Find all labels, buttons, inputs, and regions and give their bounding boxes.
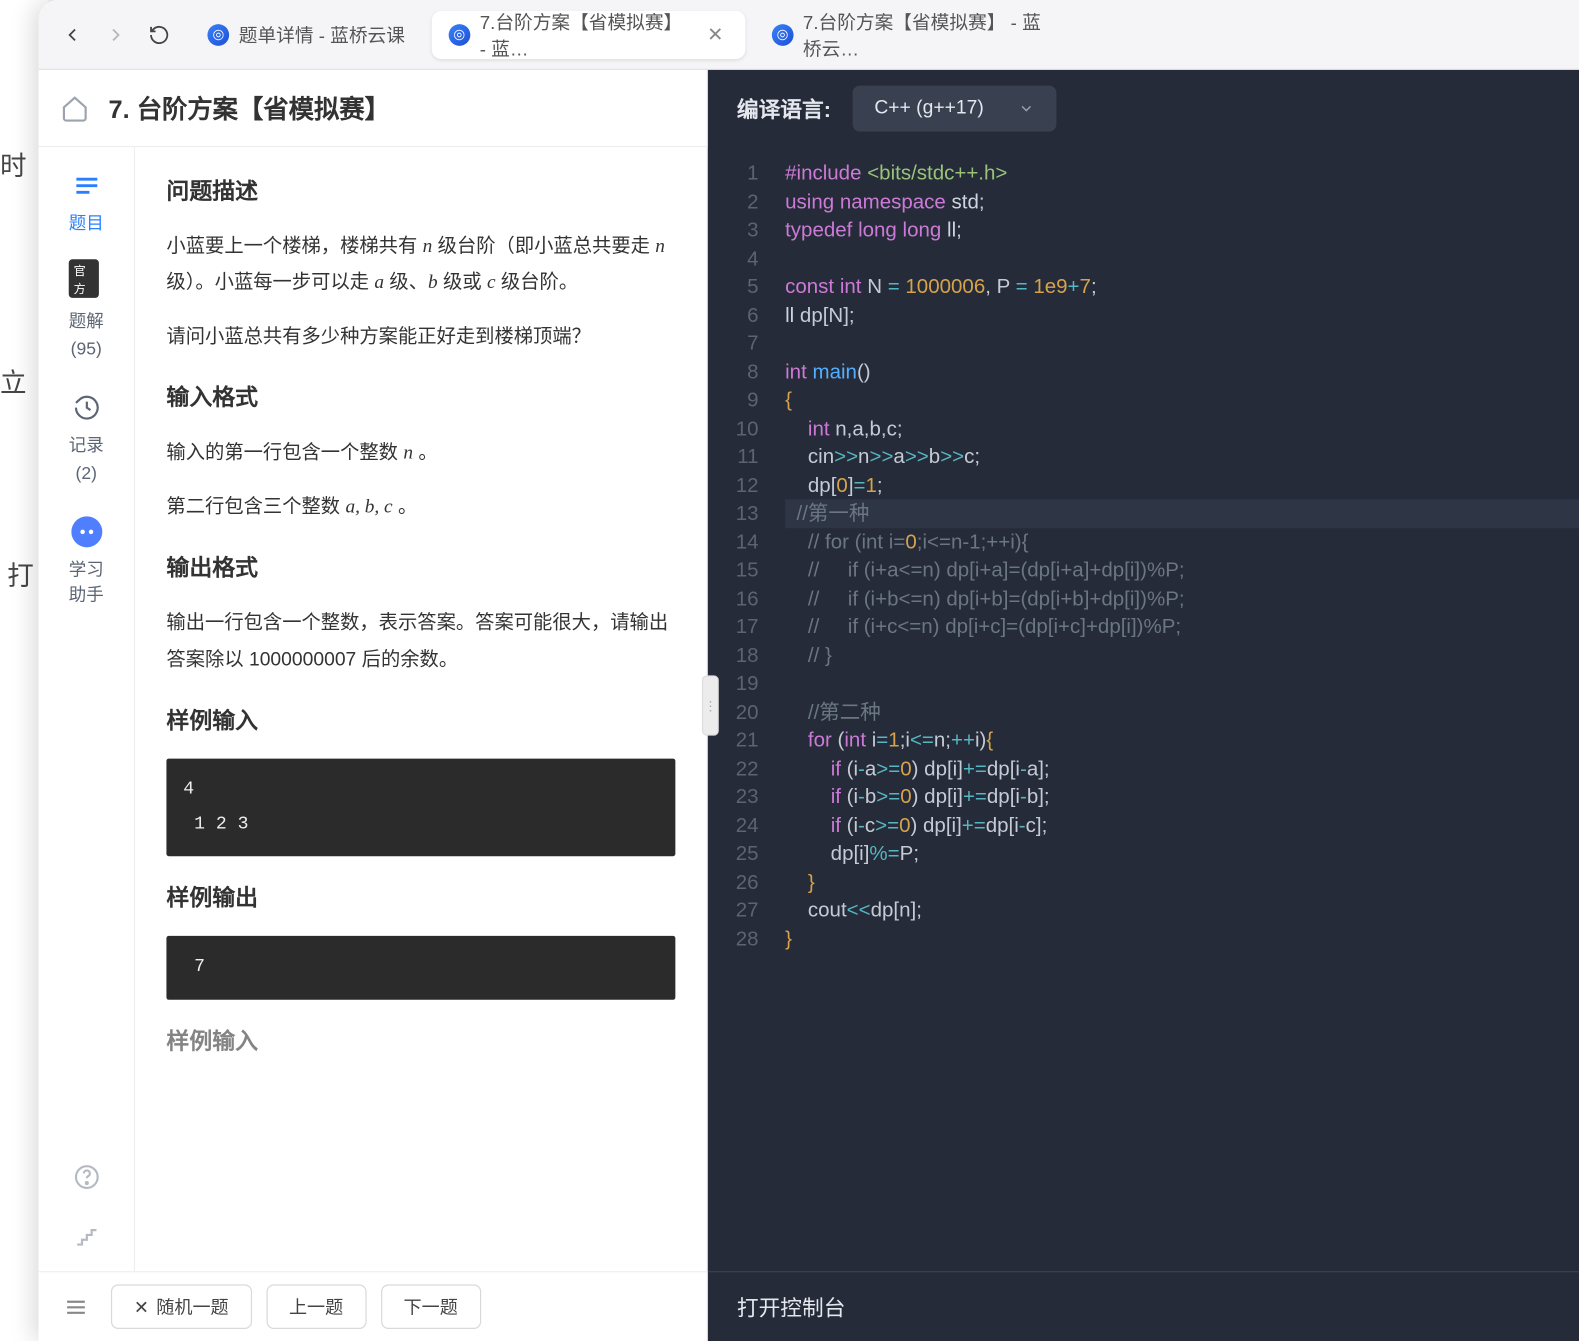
rail-solution[interactable]: 官方 题解 (95)	[69, 267, 104, 360]
official-badge: 官方	[69, 259, 99, 298]
section-sample-in2-heading: 样例输入	[166, 1021, 675, 1065]
reload-button[interactable]	[137, 13, 180, 56]
problem-content[interactable]: 问题描述 小蓝要上一个楼梯，楼梯共有 n 级台阶（即小蓝总共要走 n 级）。小蓝…	[135, 147, 707, 1271]
close-icon[interactable]: ✕	[702, 22, 728, 46]
lang-value: C++ (g++17)	[874, 98, 983, 120]
browser-window: ◎ 题单详情 - 蓝桥云课 ◎ 7.台阶方案【省模拟赛】 - 蓝… ✕ ◎ 7.…	[39, 0, 1579, 1341]
menu-icon[interactable]	[55, 1293, 96, 1320]
tab-1[interactable]: ◎ 7.台阶方案【省模拟赛】 - 蓝… ✕	[431, 10, 745, 58]
section-input-heading: 输入格式	[166, 378, 675, 422]
section-sample-out-heading: 样例输出	[166, 878, 675, 922]
bg-fragment: 时	[0, 145, 27, 184]
code-pane: ⋮ 编译语言: C++ (g++17) 12345678910111213141…	[708, 70, 1579, 1341]
bot-icon	[69, 515, 103, 549]
problem-title: 7. 台阶方案【省模拟赛】	[109, 90, 390, 126]
help-icon[interactable]	[69, 1160, 103, 1194]
chevron-down-icon	[1018, 100, 1035, 117]
bg-fragment: 打	[7, 555, 34, 594]
list-icon	[69, 169, 103, 203]
rail-count: (95)	[71, 340, 102, 359]
favicon-icon: ◎	[207, 24, 229, 46]
rail-record[interactable]: 记录 (2)	[69, 391, 104, 484]
input-paragraph: 输入的第一行包含一个整数 n 。	[166, 436, 675, 473]
sample-input-block: 4 1 2 3	[166, 759, 675, 857]
code-area[interactable]: #include <bits/stdc++.h> using namespace…	[775, 147, 1579, 1271]
section-output-heading: 输出格式	[166, 548, 675, 592]
favicon-icon: ◎	[772, 24, 794, 46]
output-paragraph: 输出一行包含一个整数，表示答案。答案可能很大，请输出答案除以 100000000…	[166, 606, 675, 679]
rail-label: 助手	[69, 581, 104, 606]
rail-label: 记录	[69, 432, 104, 457]
tab-0[interactable]: ◎ 题单详情 - 蓝桥云课	[191, 10, 422, 58]
rail-problem[interactable]: 题目	[69, 169, 104, 235]
prev-button[interactable]: 上一题	[266, 1284, 366, 1329]
tab-2[interactable]: ◎ 7.台阶方案【省模拟赛】 - 蓝桥云…	[755, 10, 1069, 58]
input-paragraph: 第二行包含三个整数 a, b, c 。	[166, 489, 675, 526]
tab-label: 题单详情 - 蓝桥云课	[239, 21, 405, 48]
next-button[interactable]: 下一题	[381, 1284, 481, 1329]
section-desc-heading: 问题描述	[166, 171, 675, 215]
home-icon[interactable]	[60, 93, 89, 122]
desc-paragraph: 小蓝要上一个楼梯，楼梯共有 n 级台阶（即小蓝总共要走 n 级）。小蓝每一步可以…	[166, 229, 675, 302]
side-rail: 题目 官方 题解 (95) 记录	[39, 147, 135, 1271]
stairs-icon[interactable]	[69, 1218, 103, 1252]
forward-button[interactable]	[94, 13, 137, 56]
code-header: 编译语言: C++ (g++17)	[708, 70, 1579, 147]
rail-label: 题目	[69, 210, 104, 235]
section-sample-in-heading: 样例输入	[166, 701, 675, 745]
rail-assistant[interactable]: 学习 助手	[69, 515, 104, 607]
tab-label: 7.台阶方案【省模拟赛】 - 蓝桥云…	[803, 8, 1051, 61]
console-label: 打开控制台	[737, 1291, 846, 1322]
desc-paragraph: 请问小蓝总共有多少种方案能正好走到楼梯顶端？	[166, 319, 675, 356]
sample-output-block: 7	[166, 936, 675, 999]
rail-label: 学习	[69, 556, 104, 581]
pane-resize-handle[interactable]: ⋮	[702, 675, 719, 735]
lang-label: 编译语言:	[737, 93, 831, 124]
code-editor[interactable]: 1234567891011121314151617181920212223242…	[708, 147, 1579, 1271]
problem-pane: 7. 台阶方案【省模拟赛】 题目 官方 题解	[39, 70, 708, 1341]
console-toggle[interactable]: 打开控制台	[708, 1271, 1579, 1341]
browser-topbar: ◎ 题单详情 - 蓝桥云课 ◎ 7.台阶方案【省模拟赛】 - 蓝… ✕ ◎ 7.…	[39, 0, 1579, 70]
lang-select[interactable]: C++ (g++17)	[853, 86, 1056, 132]
random-button[interactable]: ✕随机一题	[111, 1284, 252, 1329]
rail-label: 题解	[69, 308, 104, 333]
back-button[interactable]	[51, 13, 94, 56]
tab-label: 7.台阶方案【省模拟赛】 - 蓝…	[480, 8, 693, 61]
history-icon	[69, 391, 103, 425]
bg-fragment: 立	[0, 362, 27, 401]
problem-header: 7. 台阶方案【省模拟赛】	[39, 70, 707, 147]
favicon-icon: ◎	[448, 24, 470, 46]
rail-count: (2)	[76, 464, 97, 483]
problem-footer: ✕随机一题 上一题 下一题	[39, 1271, 707, 1341]
